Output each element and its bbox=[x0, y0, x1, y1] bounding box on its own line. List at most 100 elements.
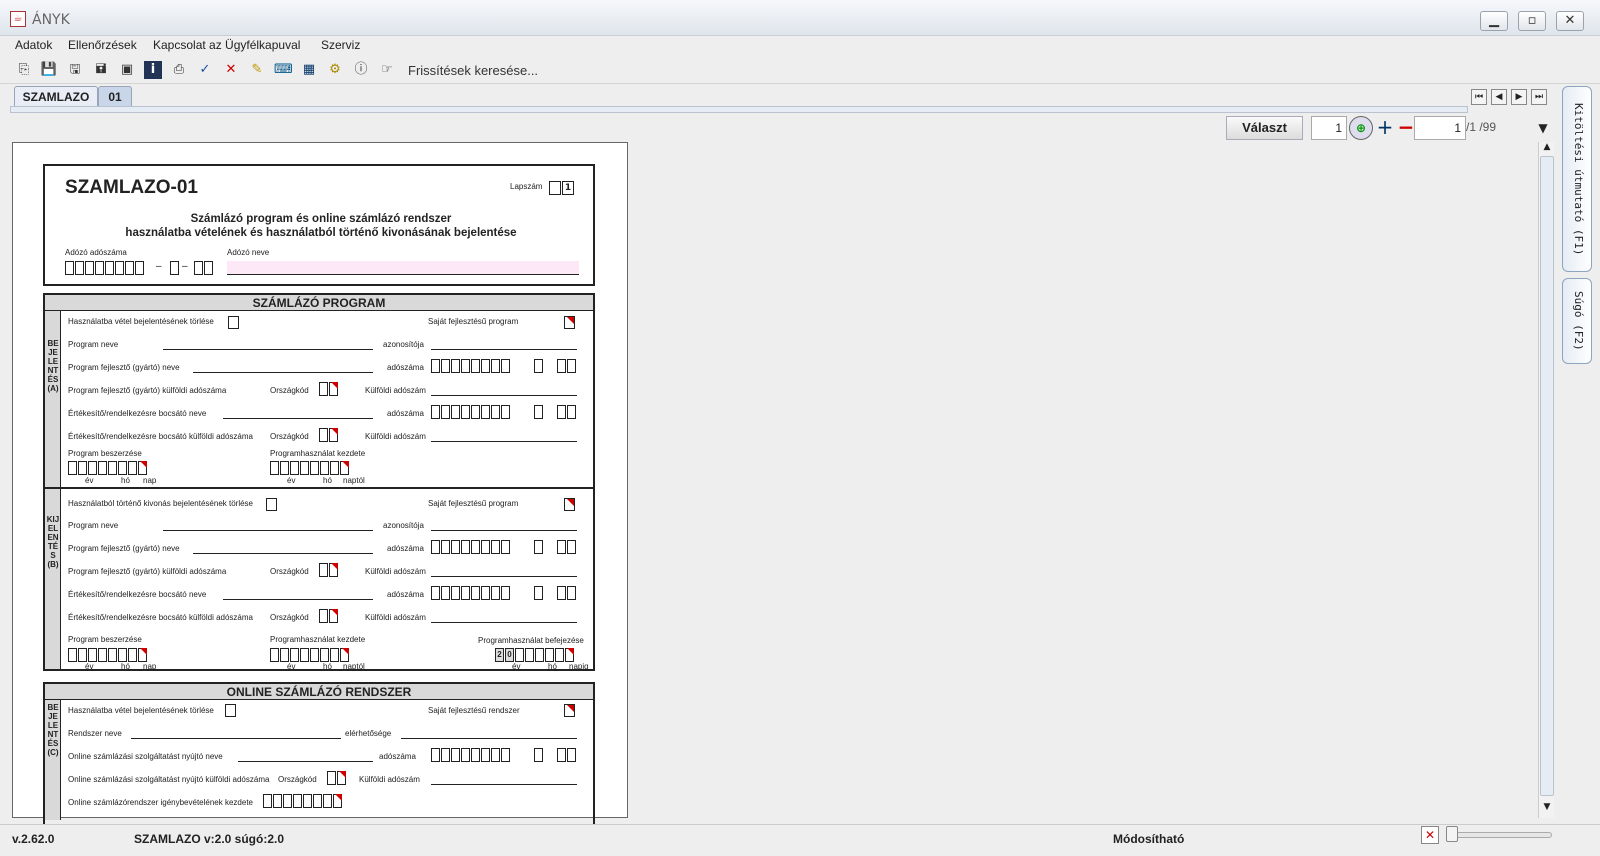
page-number-spinner[interactable]: 1 bbox=[1414, 116, 1466, 140]
b-own-program-checkbox[interactable] bbox=[564, 498, 575, 511]
b-country-cells[interactable] bbox=[319, 563, 338, 577]
check-icon[interactable]: ✓ bbox=[196, 61, 214, 79]
a-identifier-field[interactable] bbox=[431, 349, 577, 350]
a-program-name-field[interactable] bbox=[163, 349, 373, 350]
settings-gears-icon[interactable]: ⚙ bbox=[326, 61, 344, 79]
scroll-up-icon[interactable]: ▲ bbox=[1540, 142, 1554, 156]
b-developer-vat-cell[interactable] bbox=[534, 540, 543, 554]
b-seller-name-field[interactable] bbox=[223, 599, 373, 600]
vertical-scrollbar[interactable]: ▲ ▼ bbox=[1538, 142, 1554, 818]
pointing-hand-icon[interactable]: ☞ bbox=[378, 61, 396, 79]
plus-icon[interactable]: + bbox=[1375, 116, 1395, 140]
select-button[interactable]: Választ bbox=[1226, 116, 1303, 140]
tab-01[interactable]: 01 bbox=[98, 86, 132, 108]
info-book-icon[interactable]: i bbox=[144, 61, 162, 79]
fill-guide-tab[interactable]: Kitöltési útmutató (F1) bbox=[1562, 86, 1592, 272]
a-developer-tax-cells[interactable] bbox=[431, 359, 510, 373]
b-seller-foreign-tax-field[interactable] bbox=[431, 622, 577, 623]
a-seller-tax-cells[interactable] bbox=[431, 405, 510, 419]
keyboard-icon[interactable]: ⌨ bbox=[274, 61, 293, 79]
b-developer-name-field[interactable] bbox=[193, 553, 373, 554]
b-identifier-field[interactable] bbox=[431, 530, 577, 531]
b-usage-start-cells[interactable] bbox=[270, 648, 349, 662]
b-procurement-date-cells[interactable] bbox=[68, 648, 147, 662]
a-seller-name-field[interactable] bbox=[223, 418, 373, 419]
next-page-icon[interactable]: ▶ bbox=[1511, 89, 1527, 105]
b-program-name-field[interactable] bbox=[163, 530, 373, 531]
add-page-icon[interactable]: ⊕ bbox=[1349, 116, 1373, 140]
a-usage-start-cells[interactable] bbox=[270, 461, 349, 475]
version-label: v.2.62.0 bbox=[12, 832, 55, 846]
form-title-line1: Számlázó program és online számlázó rend… bbox=[190, 213, 452, 225]
a-seller-county-cells[interactable] bbox=[557, 405, 576, 419]
taxpayer-id-cells[interactable] bbox=[65, 261, 144, 275]
minus-icon[interactable]: − bbox=[1396, 116, 1416, 140]
a-own-program-checkbox[interactable] bbox=[564, 316, 575, 329]
edit-note-icon[interactable]: ✎ bbox=[248, 61, 266, 79]
scroll-down-icon[interactable]: ▼ bbox=[1540, 802, 1554, 816]
menu-szerviz[interactable]: Szerviz bbox=[321, 38, 360, 52]
c-online-start-cells[interactable] bbox=[263, 794, 342, 808]
delete-icon[interactable]: ✕ bbox=[222, 61, 240, 79]
b-developer-tax-cells[interactable] bbox=[431, 540, 510, 554]
a-foreign-tax-field[interactable] bbox=[431, 395, 577, 396]
b-developer-county-cells[interactable] bbox=[557, 540, 576, 554]
a-seller-vat-cell[interactable] bbox=[534, 405, 543, 419]
menu-adatok[interactable]: Adatok bbox=[15, 38, 52, 52]
chevron-down-icon[interactable]: ▼ bbox=[1532, 116, 1554, 140]
c-foreign-tax-field[interactable] bbox=[431, 784, 577, 785]
close-button[interactable]: ✕ bbox=[1556, 11, 1584, 31]
print-icon[interactable]: ⎙ bbox=[170, 61, 188, 79]
a-procurement-date-cells[interactable] bbox=[68, 461, 147, 475]
c-cancel-checkbox[interactable] bbox=[225, 704, 236, 717]
b-foreign-tax-field[interactable] bbox=[431, 576, 577, 577]
calculator-icon[interactable]: ▦ bbox=[300, 61, 318, 79]
b-seller-country-cells[interactable] bbox=[319, 609, 338, 623]
c-system-name-field[interactable] bbox=[131, 738, 341, 739]
c-provider-county-cells[interactable] bbox=[557, 748, 576, 762]
error-flag-icon[interactable]: ✕ bbox=[1421, 826, 1439, 844]
prev-page-icon[interactable]: ◀ bbox=[1491, 89, 1507, 105]
c-own-system-checkbox[interactable] bbox=[564, 704, 575, 717]
c-availability-field[interactable] bbox=[401, 738, 577, 739]
zoom-slider[interactable] bbox=[1446, 832, 1552, 838]
b-seller-county-cells[interactable] bbox=[557, 586, 576, 600]
tab-scrollbar[interactable] bbox=[10, 106, 1468, 113]
a-seller-foreign-tax-field[interactable] bbox=[431, 441, 577, 442]
import-icon[interactable]: ▣ bbox=[118, 61, 136, 79]
taxpayer-county-cells[interactable] bbox=[194, 261, 213, 275]
taxpayer-vat-cell[interactable] bbox=[170, 261, 179, 275]
b-seller-tax-cells[interactable] bbox=[431, 586, 510, 600]
last-page-icon[interactable]: ⏭ bbox=[1531, 89, 1547, 105]
save-as-icon[interactable]: 🖬 bbox=[92, 61, 110, 79]
page-count-field[interactable]: 1 bbox=[1311, 116, 1347, 140]
taxpayer-name-field[interactable] bbox=[227, 261, 579, 275]
a-developer-county-cells[interactable] bbox=[557, 359, 576, 373]
b-cancel-checkbox[interactable] bbox=[266, 498, 277, 511]
tab-szamlazo[interactable]: SZAMLAZO bbox=[14, 86, 98, 108]
c-country-cells[interactable] bbox=[327, 771, 346, 785]
b-seller-vat-cell[interactable] bbox=[534, 586, 543, 600]
save-icon[interactable]: 💾 bbox=[40, 61, 58, 79]
a-seller-country-cells[interactable] bbox=[319, 428, 338, 442]
about-icon[interactable]: ⓘ bbox=[352, 61, 370, 79]
maximize-button[interactable]: ▫ bbox=[1518, 11, 1546, 31]
save-close-icon[interactable]: 🖫 bbox=[66, 61, 84, 79]
c-provider-name-field[interactable] bbox=[238, 761, 373, 762]
a-country-cells[interactable] bbox=[319, 382, 338, 396]
a-cancel-checkbox[interactable] bbox=[228, 316, 239, 329]
scroll-thumb[interactable] bbox=[1540, 156, 1554, 796]
update-check-label[interactable]: Frissítések keresése... bbox=[408, 63, 538, 78]
zoom-slider-handle[interactable] bbox=[1446, 826, 1458, 842]
first-page-icon[interactable]: ⏮ bbox=[1471, 89, 1487, 105]
minimize-button[interactable]: ▁ bbox=[1480, 11, 1508, 31]
c-provider-tax-cells[interactable] bbox=[431, 748, 510, 762]
new-document-icon[interactable]: ⎘ bbox=[15, 61, 33, 79]
a-developer-vat-cell[interactable] bbox=[534, 359, 543, 373]
menu-ellenorzesek[interactable]: Ellenőrzések bbox=[68, 38, 137, 52]
c-provider-vat-cell[interactable] bbox=[534, 748, 543, 762]
a-developer-name-field[interactable] bbox=[193, 372, 373, 373]
help-tab[interactable]: Súgó (F2) bbox=[1562, 278, 1592, 364]
menu-ugyfelkapu[interactable]: Kapcsolat az Ügyfélkapuval bbox=[153, 38, 300, 52]
b-usage-end-cells[interactable]: 2 0 bbox=[495, 648, 574, 662]
